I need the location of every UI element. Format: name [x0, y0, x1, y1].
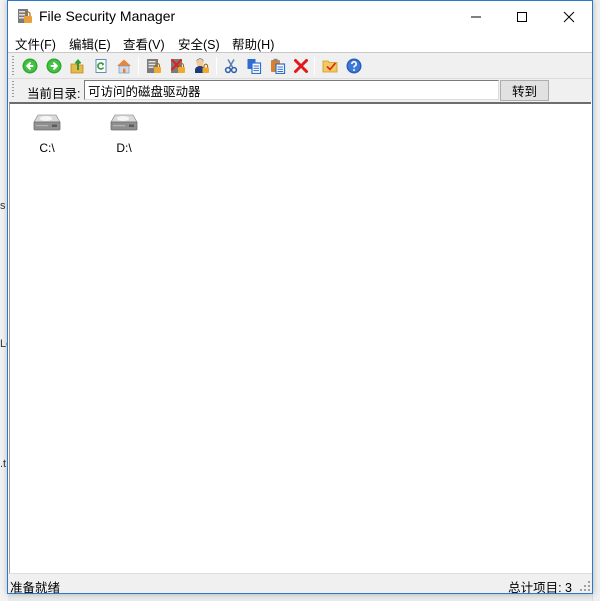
- menu-help[interactable]: 帮助(H): [232, 34, 274, 53]
- current-directory-label: 当前目录:: [27, 87, 81, 101]
- item-count: 总计项目: 3: [508, 581, 572, 595]
- back-button[interactable]: [21, 57, 39, 75]
- refresh-button[interactable]: [92, 57, 110, 75]
- background-text: .t: [0, 458, 7, 470]
- toolbar-separator: [314, 57, 315, 75]
- refresh-icon: [95, 59, 107, 73]
- file-list-view[interactable]: C:\ D:\: [9, 102, 591, 573]
- back-arrow-icon: [22, 58, 38, 74]
- address-bar-grip[interactable]: [12, 81, 14, 99]
- hard-drive-icon: [33, 114, 61, 131]
- folder-options-button[interactable]: [321, 57, 339, 75]
- menu-bar: 文件(F) 编辑(E) 查看(V) 安全(S) 帮助(H): [8, 32, 592, 53]
- title-bar[interactable]: File Security Manager: [8, 1, 592, 32]
- status-bar: 准备就绪 总计项目: 3: [8, 573, 592, 595]
- help-button[interactable]: [345, 57, 363, 75]
- copy-button[interactable]: [245, 57, 263, 75]
- lock-list-icon: [147, 59, 161, 73]
- up-folder-icon: [70, 58, 84, 74]
- drive-item-d[interactable]: D:\: [92, 112, 156, 155]
- goto-button[interactable]: 转到: [500, 80, 549, 101]
- menu-view[interactable]: 查看(V): [123, 34, 165, 53]
- toolbar-separator: [216, 57, 217, 75]
- unlock-button[interactable]: [169, 57, 187, 75]
- paste-button[interactable]: [269, 57, 287, 75]
- home-button[interactable]: [115, 57, 133, 75]
- address-bar: 当前目录: 转到: [8, 79, 592, 102]
- up-folder-button[interactable]: [68, 57, 86, 75]
- delete-x-icon: [294, 59, 308, 73]
- maximize-icon: [517, 11, 527, 22]
- folder-check-icon: [322, 60, 338, 73]
- drive-item-c[interactable]: C:\: [15, 112, 79, 155]
- toolbar-separator: [138, 57, 139, 75]
- help-icon: [346, 58, 362, 74]
- close-button[interactable]: [546, 1, 592, 32]
- app-window: File Security Manager 文件(F) 编辑(E) 查看(V) …: [7, 0, 593, 595]
- status-text: 准备就绪: [10, 581, 61, 595]
- lock-list-button[interactable]: [145, 57, 163, 75]
- cut-button[interactable]: [222, 57, 240, 75]
- minimize-button[interactable]: [453, 1, 499, 32]
- forward-arrow-icon: [46, 58, 62, 74]
- menu-edit[interactable]: 编辑(E): [69, 34, 111, 53]
- window-title: File Security Manager: [39, 8, 176, 24]
- user-lock-icon: [195, 58, 209, 73]
- background-window-right: [592, 0, 600, 601]
- copy-icon: [247, 59, 262, 74]
- home-icon: [117, 59, 131, 74]
- resize-grip-icon[interactable]: [580, 581, 590, 591]
- minimize-icon: [471, 16, 481, 17]
- delete-button[interactable]: [292, 57, 310, 75]
- hard-drive-icon: [110, 114, 138, 131]
- drive-label: D:\: [116, 141, 132, 155]
- drive-label: C:\: [39, 141, 55, 155]
- scissors-icon: [224, 59, 238, 74]
- user-lock-button[interactable]: [193, 57, 211, 75]
- background-text: s: [0, 200, 6, 212]
- app-icon: [17, 8, 33, 24]
- menu-file[interactable]: 文件(F): [15, 34, 56, 53]
- toolbar-grip[interactable]: [12, 56, 14, 76]
- forward-button[interactable]: [45, 57, 63, 75]
- toolbar: [8, 53, 592, 79]
- close-icon: [563, 11, 575, 22]
- current-directory-input[interactable]: [84, 80, 499, 100]
- unlock-icon: [170, 58, 185, 73]
- menu-security[interactable]: 安全(S): [178, 34, 220, 53]
- maximize-button[interactable]: [499, 1, 545, 32]
- paste-icon: [271, 58, 286, 74]
